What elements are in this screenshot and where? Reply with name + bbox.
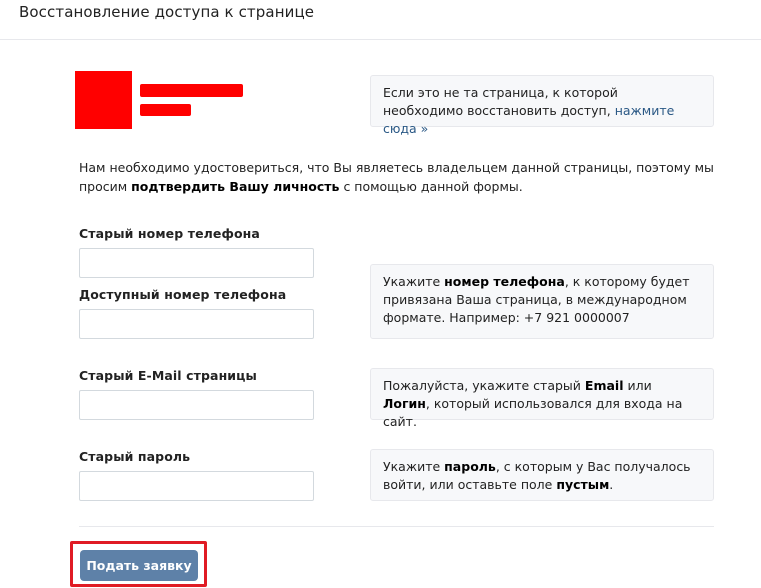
page-title: Восстановление доступа к странице <box>19 3 315 21</box>
password-hint-bold-empty: пустым <box>556 477 610 492</box>
email-hint-e: , который использовался для входа на сай… <box>383 396 683 429</box>
old-password-input[interactable] <box>79 471 314 501</box>
old-password-label: Старый пароль <box>79 449 191 464</box>
new-phone-input[interactable] <box>79 309 314 339</box>
phone-hint-bold: номер телефона <box>444 274 565 289</box>
intro-bold: подтвердить Вашу личность <box>131 179 340 194</box>
old-phone-input[interactable] <box>79 248 314 278</box>
profile-name-redacted <box>140 84 243 97</box>
page-header: Восстановление доступа к странице <box>0 0 761 40</box>
new-phone-label: Доступный номер телефона <box>79 287 287 302</box>
wrong-page-hint-box: Если это не та страница, к которой необх… <box>370 75 714 136</box>
profile-subtitle-redacted <box>140 104 191 116</box>
old-email-label: Старый E-Mail страницы <box>79 368 257 383</box>
old-email-input[interactable] <box>79 390 314 420</box>
avatar-redacted <box>75 71 132 129</box>
password-hint-e: . <box>609 477 614 492</box>
wrong-page-hint-text: Если это не та страница, к которой необх… <box>383 85 618 118</box>
password-hint-box: Укажите пароль, с которым у Вас получало… <box>370 449 714 501</box>
email-hint-box: Пожалуйста, укажите старый Email или Лог… <box>370 368 714 429</box>
email-hint-bold-login: Логин <box>383 396 426 411</box>
restore-access-page: Восстановление доступа к странице Если э… <box>0 0 761 588</box>
intro-text: Нам необходимо удостовериться, что Вы яв… <box>79 158 719 196</box>
form-divider <box>79 526 714 527</box>
submit-request-button[interactable]: Подать заявку <box>80 550 198 581</box>
phone-hint-a: Укажите <box>383 274 441 289</box>
email-hint-c: или <box>627 378 652 393</box>
email-hint-a: Пожалуйста, укажите старый <box>383 378 581 393</box>
old-phone-label: Старый номер телефона <box>79 226 260 241</box>
password-hint-a: Укажите <box>383 459 441 474</box>
intro-part-2: с помощью данной формы. <box>343 179 523 194</box>
password-hint-bold: пароль <box>444 459 496 474</box>
phone-hint-box: Укажите номер телефона, к которому будет… <box>370 264 714 339</box>
email-hint-bold-email: Email <box>584 378 624 393</box>
